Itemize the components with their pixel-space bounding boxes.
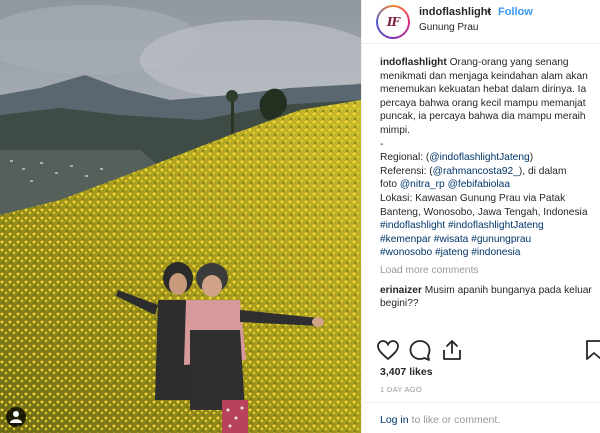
- post-panel: IF indoflashlight • Follow Gunung Prau i…: [361, 0, 600, 433]
- action-bar: [376, 338, 600, 364]
- foto-prefix: foto: [380, 179, 400, 191]
- regional-mention[interactable]: @indoflashlightJateng: [429, 152, 529, 163]
- user-tag-icon[interactable]: [6, 407, 26, 427]
- login-link[interactable]: Log in: [380, 414, 409, 426]
- referensi-prefix: Referensi: (: [380, 165, 433, 177]
- load-more-comments-button[interactable]: Load more comments: [380, 264, 592, 278]
- likes-count[interactable]: 3,407 likes: [380, 366, 433, 378]
- login-prompt: Log in to like or comment.: [380, 414, 500, 426]
- post-header: IF indoflashlight • Follow Gunung Prau: [362, 0, 600, 44]
- location-link[interactable]: Gunung Prau: [419, 22, 479, 33]
- caption: indoflashlight Orang-orang yang senang m…: [380, 56, 592, 260]
- comment-username[interactable]: erinaizer: [380, 285, 422, 296]
- caption-foto: foto @nitra_rp @febifabiolaa: [380, 178, 592, 192]
- caption-dash: -: [380, 138, 384, 150]
- caption-lokasi: Lokasi: Kawasan Gunung Prau via Patak Ba…: [380, 192, 588, 218]
- header-username[interactable]: indoflashlight: [419, 6, 491, 18]
- comments-section: indoflashlight Orang-orang yang senang m…: [380, 56, 592, 311]
- avatar-logo: IF: [386, 15, 400, 29]
- heart-icon[interactable]: [376, 338, 400, 362]
- foto-mention-1[interactable]: @nitra_rp: [400, 179, 445, 190]
- login-rest: to like or comment.: [408, 414, 501, 426]
- follow-button[interactable]: Follow: [498, 6, 533, 18]
- share-icon[interactable]: [440, 338, 464, 362]
- caption-text: Orang-orang yang senang menikmati dan me…: [380, 57, 588, 136]
- separator-dot: •: [487, 6, 491, 18]
- post-photo[interactable]: [0, 0, 361, 433]
- hashtags-line-3[interactable]: #wonosobo #jateng #indonesia: [380, 246, 592, 260]
- caption-username[interactable]: indoflashlight: [380, 57, 447, 68]
- avatar[interactable]: IF: [376, 5, 410, 39]
- regional-suffix: ): [529, 152, 534, 164]
- regional-prefix: Regional: (: [380, 152, 430, 164]
- caption-regional: Regional: (@indoflashlightJateng): [380, 151, 592, 165]
- referensi-mention[interactable]: @rahmancosta92_: [433, 166, 519, 177]
- post-date[interactable]: 1 DAY AGO: [380, 385, 422, 394]
- hashtags-line-2[interactable]: #kemenpar #wisata #gunungprau: [380, 233, 592, 247]
- comment-item: erinaizer Musim apanih bunganya pada kel…: [380, 284, 592, 311]
- photo-scene: [0, 0, 361, 433]
- hashtags-line-1[interactable]: #indoflashlight #indoflashlightJateng: [380, 219, 592, 233]
- comment-icon[interactable]: [408, 338, 432, 362]
- bookmark-icon[interactable]: [582, 338, 600, 362]
- foto-mention-2[interactable]: @febifabiolaa: [448, 179, 510, 190]
- referensi-suffix: ), di dalam: [518, 165, 567, 177]
- footer-divider: [362, 402, 600, 403]
- caption-referensi: Referensi: (@rahmancosta92_), di dalam: [380, 165, 592, 179]
